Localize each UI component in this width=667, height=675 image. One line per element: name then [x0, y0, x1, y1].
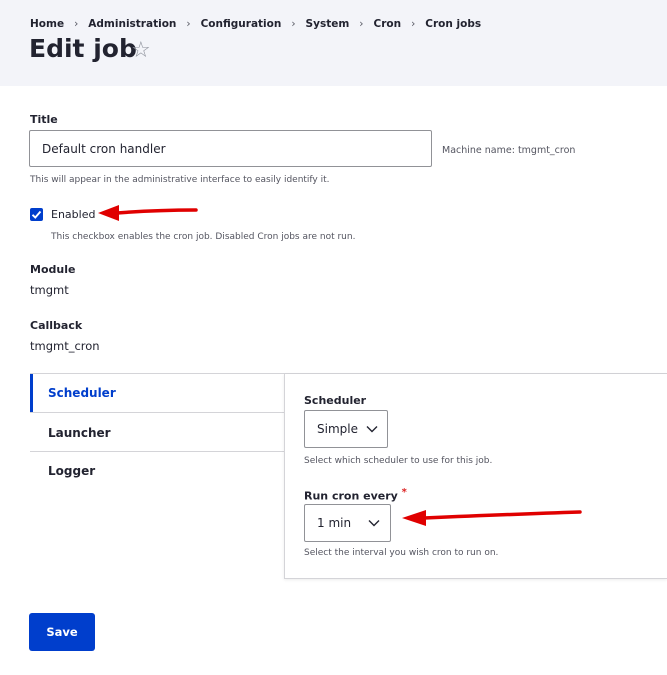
callback-label: Callback: [30, 319, 83, 332]
run-cron-label: Run cron every *: [304, 487, 407, 503]
breadcrumb-separator: ›: [291, 18, 296, 30]
tab-launcher[interactable]: Launcher: [30, 414, 284, 453]
run-cron-label-text: Run cron every: [304, 489, 398, 503]
title-input[interactable]: [29, 130, 432, 167]
tab-scheduler[interactable]: Scheduler: [30, 374, 284, 413]
enabled-label[interactable]: Enabled: [51, 208, 95, 221]
run-cron-select-value: 1 min: [317, 516, 352, 530]
breadcrumb-separator: ›: [74, 18, 79, 30]
callback-value: tmgmt_cron: [30, 339, 100, 353]
page-title: Edit job: [29, 34, 137, 63]
breadcrumb-home[interactable]: Home: [30, 18, 64, 30]
module-value: tmgmt: [30, 283, 69, 297]
machine-name: Machine name: tmgmt_cron: [442, 145, 576, 156]
annotation-arrow-icon: [98, 205, 198, 221]
chevron-down-icon: [368, 520, 380, 527]
breadcrumb-separator: ›: [186, 18, 191, 30]
breadcrumb-cron[interactable]: Cron: [374, 18, 402, 30]
scheduler-select[interactable]: Simple: [304, 410, 388, 448]
run-cron-description: Select the interval you wish cron to run…: [304, 548, 499, 558]
breadcrumb-cron-jobs[interactable]: Cron jobs: [425, 18, 481, 30]
title-description: This will appear in the administrative i…: [30, 175, 330, 185]
scheduler-description: Select which scheduler to use for this j…: [304, 456, 493, 466]
breadcrumb-administration[interactable]: Administration: [88, 18, 176, 30]
breadcrumb-separator: ›: [411, 18, 416, 30]
checkmark-icon: [31, 210, 42, 219]
breadcrumb-separator: ›: [359, 18, 364, 30]
run-cron-select[interactable]: 1 min: [304, 504, 391, 542]
enabled-checkbox[interactable]: [30, 208, 43, 221]
annotation-arrow-icon: [402, 510, 582, 526]
breadcrumb-system[interactable]: System: [306, 18, 350, 30]
page-header: Home › Administration › Configuration › System…: [0, 0, 667, 86]
star-icon[interactable]: ☆: [131, 40, 151, 62]
tab-divider: [30, 451, 284, 452]
breadcrumb-configuration[interactable]: Configuration: [201, 18, 282, 30]
breadcrumb: Home › Administration › Configuration › System…: [30, 18, 481, 30]
required-marker: *: [401, 487, 407, 498]
enabled-description: This checkbox enables the cron job. Disa…: [51, 232, 356, 242]
module-label: Module: [30, 263, 76, 276]
scheduler-label: Scheduler: [304, 394, 367, 407]
scheduler-select-value: Simple: [317, 422, 358, 436]
chevron-down-icon: [366, 426, 378, 433]
tab-divider: [30, 412, 284, 413]
save-button[interactable]: Save: [29, 613, 95, 651]
title-label: Title: [30, 113, 58, 126]
tab-logger[interactable]: Logger: [30, 452, 284, 491]
